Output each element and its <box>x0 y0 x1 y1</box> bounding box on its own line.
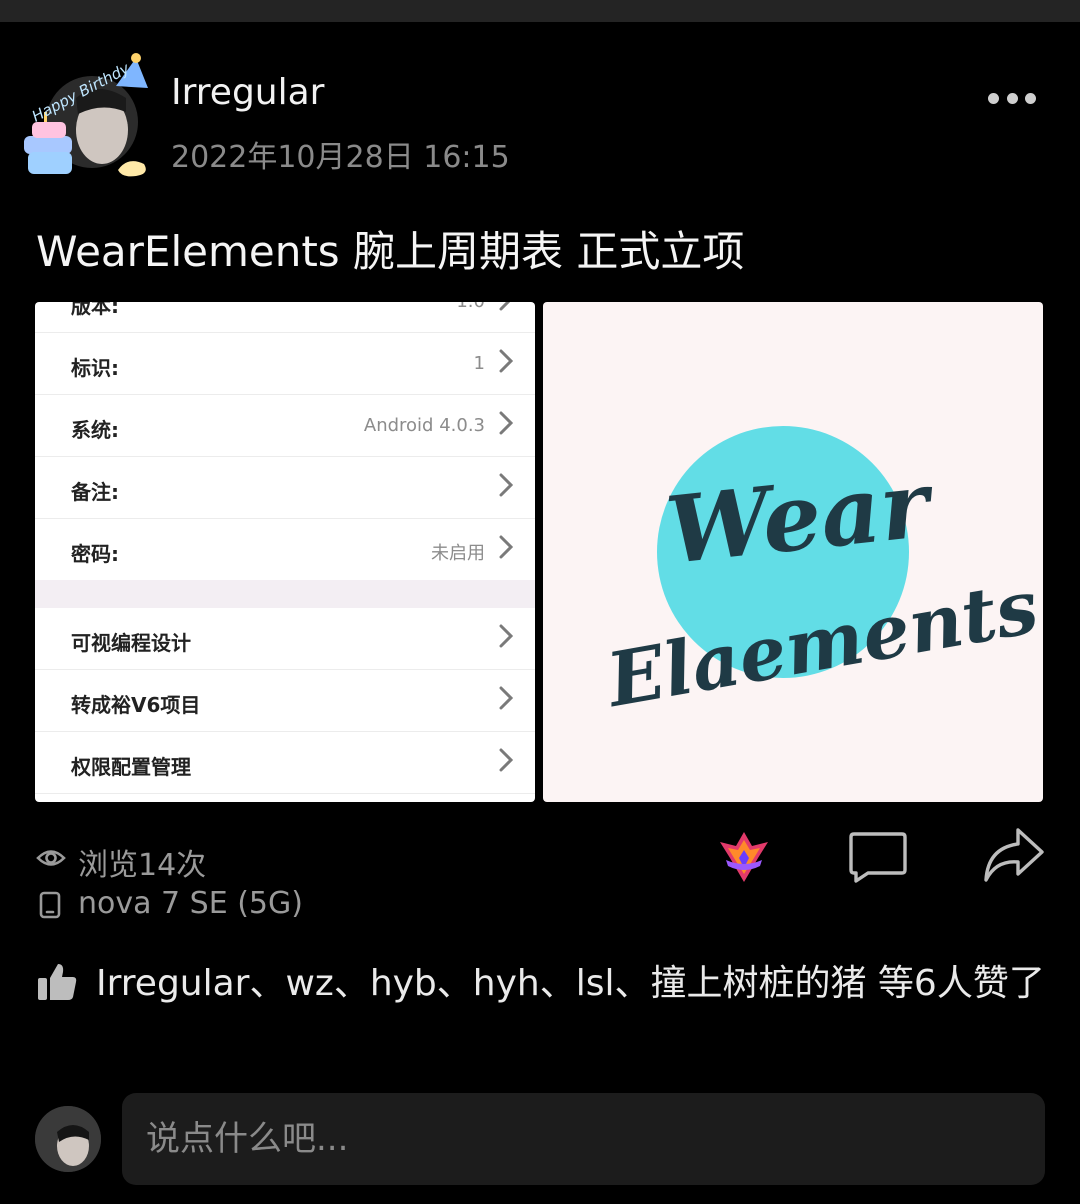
settings-row-label: 密码: <box>71 542 119 566</box>
settings-row-label: 可视编程设计 <box>71 631 191 655</box>
settings-row-label: 备注: <box>71 480 119 504</box>
settings-row: 权限配置管理 <box>35 732 535 794</box>
settings-row-label: 标识: <box>71 356 119 380</box>
logo-line-1: Wear <box>662 449 941 585</box>
settings-row: 系统: Android 4.0.3 <box>35 395 535 457</box>
settings-section-gap <box>35 580 535 608</box>
chevron-right-icon <box>499 473 514 497</box>
post-title: WearElements 腕上周期表 正式立项 <box>36 227 745 276</box>
settings-row-value: 未启用 <box>431 543 485 564</box>
more-icon[interactable] <box>980 82 1044 114</box>
eye-icon <box>36 850 66 866</box>
settings-row-label: 转成裕V6项目 <box>71 693 201 717</box>
device-name: nova 7 SE (5G) <box>78 886 303 921</box>
post-image-settings[interactable]: 版本: 1.0 标识: 1 系统: Android 4.0.3 备注: 密码: … <box>35 302 535 802</box>
settings-row-value: 1 <box>473 353 485 374</box>
logo-line-2: Elaements <box>599 564 1043 725</box>
more-dot <box>988 92 999 104</box>
settings-row: 可视编程设计 <box>35 608 535 670</box>
reward-icon[interactable] <box>716 828 772 884</box>
chevron-right-icon <box>499 535 514 559</box>
post-image-logo[interactable]: Wear Elaements <box>543 302 1043 802</box>
author-name[interactable]: Irregular <box>171 72 324 113</box>
settings-row: 转成裕V6项目 <box>35 670 535 732</box>
settings-row: 标识: 1 <box>35 333 535 395</box>
comment-icon[interactable] <box>848 830 908 884</box>
my-avatar <box>35 1106 101 1172</box>
settings-row-value: 1.0 <box>456 302 485 312</box>
share-icon[interactable] <box>982 826 1046 884</box>
chevron-right-icon <box>499 686 514 710</box>
settings-row-label: 版本: <box>71 302 119 318</box>
comment-input[interactable] <box>122 1093 1045 1185</box>
chevron-right-icon <box>499 624 514 648</box>
settings-row: 密码: 未启用 <box>35 519 535 581</box>
more-dot <box>1006 92 1018 104</box>
logo-wordmark: Wear Elaements <box>599 449 1043 725</box>
likes-summary[interactable]: Irregular、wz、hyb、hyh、lsl、撞上树桩的猪 等6人赞了 <box>36 960 1046 1008</box>
settings-row-label: 系统: <box>71 418 119 442</box>
status-bar <box>0 0 1080 22</box>
view-count: 浏览14次 <box>78 848 207 883</box>
chevron-right-icon <box>499 411 514 435</box>
settings-row: 备注: <box>35 457 535 519</box>
post-time: 2022年10月28日 16:15 <box>171 140 510 175</box>
author-avatar[interactable]: Happy Birthdy <box>18 52 160 184</box>
settings-row-value: Android 4.0.3 <box>363 415 485 436</box>
chevron-right-icon <box>499 748 514 772</box>
chevron-right-icon <box>499 349 514 373</box>
settings-row-label: 权限配置管理 <box>71 755 191 779</box>
chevron-right-icon <box>499 302 511 311</box>
settings-row: 版本: 1.0 <box>35 302 535 333</box>
more-dot <box>1025 92 1036 104</box>
phone-icon <box>39 891 61 919</box>
